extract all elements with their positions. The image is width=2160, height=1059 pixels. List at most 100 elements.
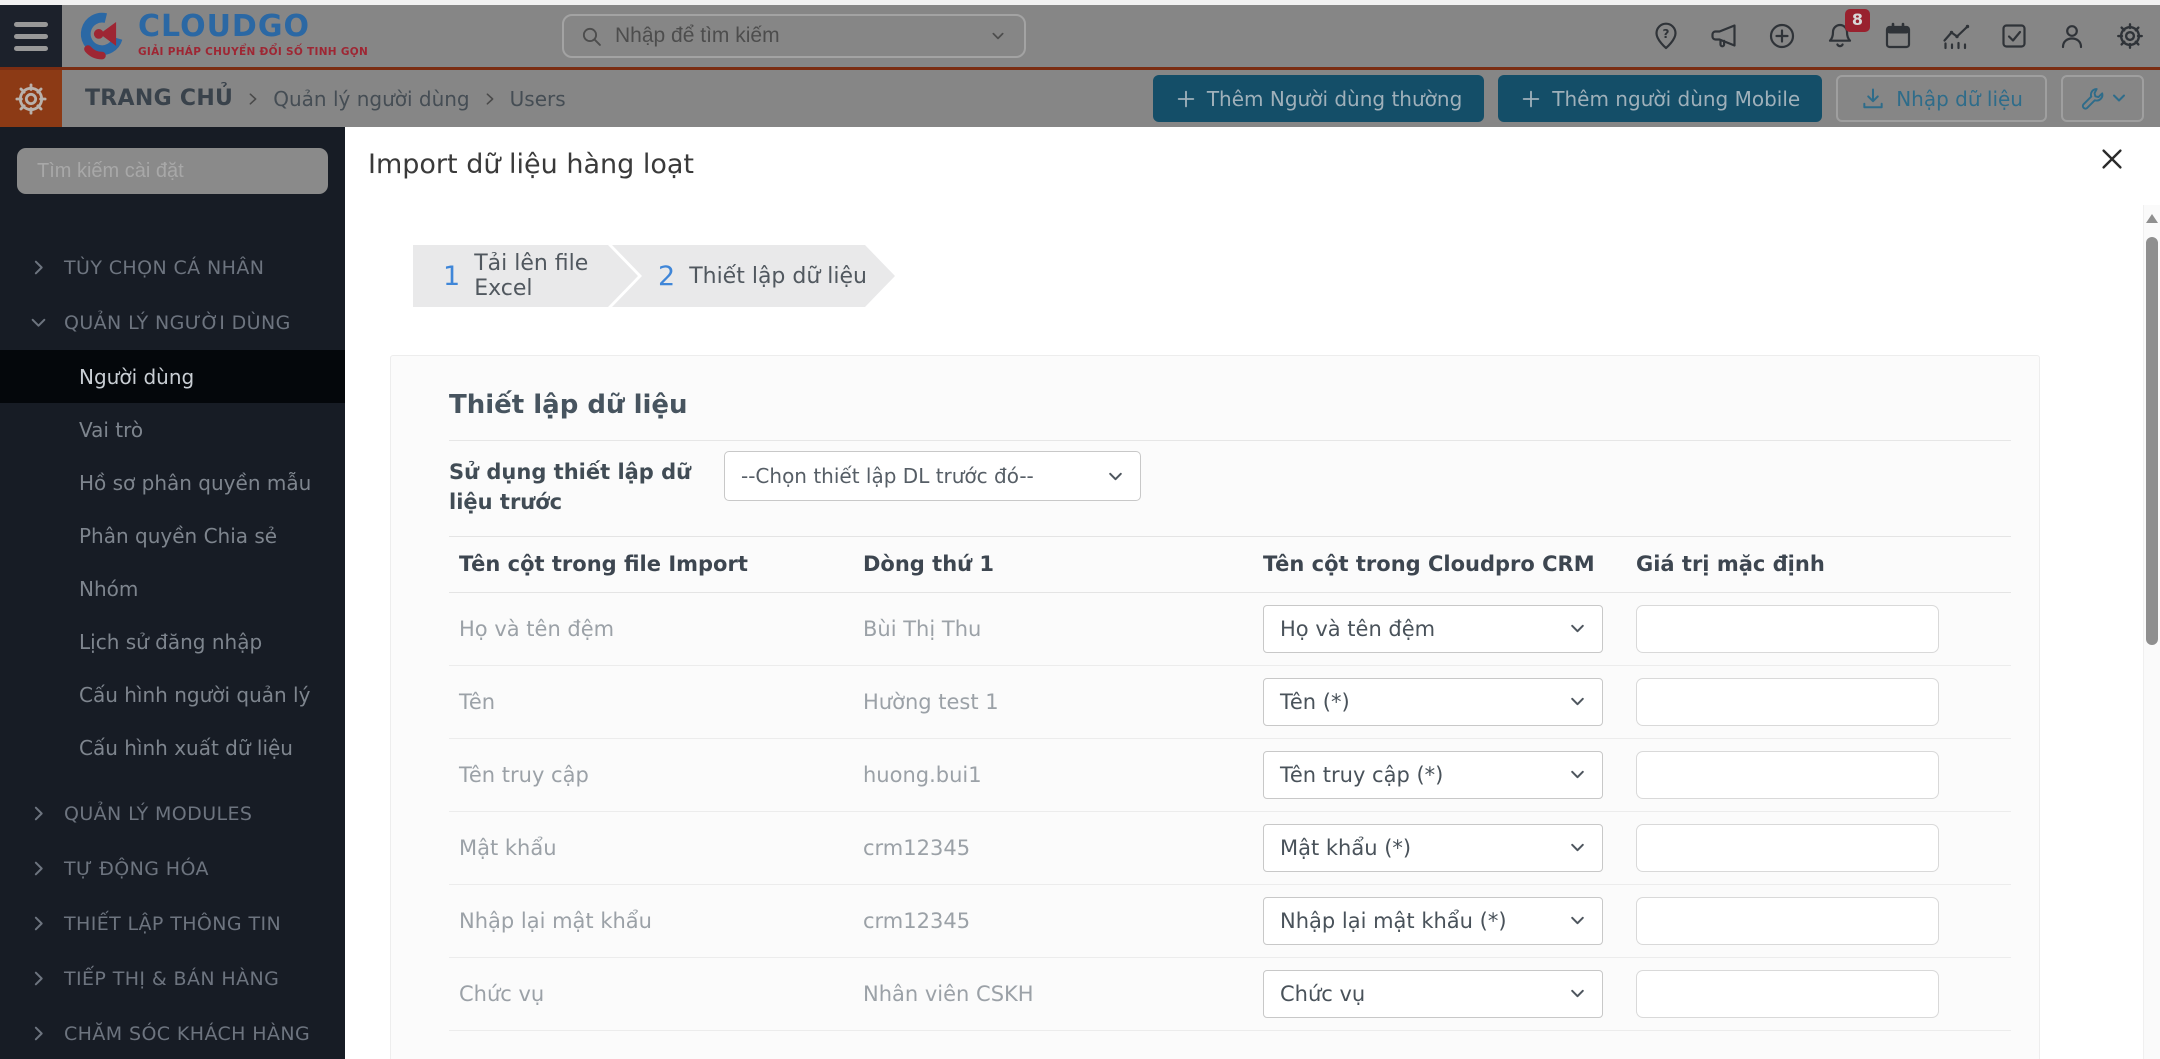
chevron-down-icon — [31, 318, 46, 327]
chevron-right-icon — [34, 916, 43, 931]
sidebar-section-automation[interactable]: TỰ ĐỘNG HÓA — [0, 841, 345, 896]
sidebar-item-export-config[interactable]: Cấu hình xuất dữ liệu — [0, 721, 345, 774]
add-mobile-user-button[interactable]: Thêm người dùng Mobile — [1498, 75, 1823, 122]
sidebar-section-modules[interactable]: QUẢN LÝ MODULES — [0, 786, 345, 841]
profile-icon[interactable] — [2056, 20, 2088, 52]
first-row-value: Nhân viên CSKH — [863, 981, 1034, 1006]
sidebar-section-marketing-sales[interactable]: TIẾP THỊ & BÁN HÀNG — [0, 951, 345, 1006]
window-top-edge — [0, 0, 2160, 5]
settings-sidebar: TÙY CHỌN CÁ NHÂN QUẢN LÝ NGƯỜI DÙNG Ngườ… — [0, 127, 345, 1059]
default-value-input[interactable] — [1636, 604, 1939, 653]
modal-scrollbar — [2143, 205, 2160, 1059]
global-search-input[interactable] — [615, 24, 976, 48]
default-value-input[interactable] — [1636, 969, 1939, 1018]
settings-module-icon[interactable] — [0, 70, 62, 127]
default-value-input[interactable] — [1636, 677, 1939, 726]
notification-badge: 8 — [1844, 9, 1870, 32]
chevron-right-icon — [34, 861, 43, 876]
crm-field-select[interactable]: Họ và tên đệm — [1263, 604, 1603, 653]
import-column-name: Tên — [459, 689, 496, 714]
sidebar-search-input[interactable] — [17, 148, 328, 194]
cloudgo-logo-icon — [80, 12, 124, 60]
top-bar: CLOUDGO GIẢI PHÁP CHUYỂN ĐỔI SỐ TINH GỌN… — [0, 5, 2160, 67]
default-value-input[interactable] — [1636, 896, 1939, 945]
card-divider — [449, 440, 2011, 441]
notifications-icon[interactable]: 8 — [1824, 9, 1870, 52]
analytics-icon[interactable] — [1940, 20, 1972, 52]
chevron-right-icon — [34, 806, 43, 821]
first-row-value: Hường test 1 — [863, 689, 999, 714]
preset-select-value: --Chọn thiết lập DL trước đó-- — [741, 464, 1034, 488]
tools-dropdown-button[interactable] — [2061, 75, 2144, 122]
import-column-name: Nhập lại mật khẩu — [459, 908, 652, 933]
chevron-down-icon[interactable] — [988, 26, 1008, 46]
add-circle-icon[interactable] — [1766, 20, 1798, 52]
crm-field-select[interactable]: Mật khẩu (*) — [1263, 823, 1603, 872]
scrollbar-thumb[interactable] — [2146, 237, 2158, 645]
sidebar-section-personal-options[interactable]: TÙY CHỌN CÁ NHÂN — [0, 240, 345, 295]
step-number: 2 — [658, 260, 676, 292]
modal-title: Import dữ liệu hàng loạt — [368, 149, 694, 180]
sidebar-item-login-history[interactable]: Lịch sử đăng nhập — [0, 615, 345, 668]
crm-field-select[interactable]: Tên truy cập (*) — [1263, 750, 1603, 799]
sidebar-item-groups[interactable]: Nhóm — [0, 562, 345, 615]
wrench-icon — [2081, 87, 2104, 110]
menu-toggle-button[interactable] — [0, 5, 62, 67]
column-mapping-table: Tên cột trong file Import Dòng thứ 1 Tên… — [449, 535, 2011, 1031]
sidebar-item-users[interactable]: Người dùng — [0, 350, 345, 403]
settings-icon[interactable] — [2114, 20, 2146, 52]
search-icon — [582, 27, 601, 46]
breadcrumb-module-link[interactable]: Quản lý người dùng — [273, 87, 469, 111]
column-header: Dòng thứ 1 — [863, 552, 995, 577]
brand-logo[interactable]: CLOUDGO GIẢI PHÁP CHUYỂN ĐỔI SỐ TINH GỌN — [76, 9, 368, 61]
preset-select[interactable]: --Chọn thiết lập DL trước đó-- — [724, 451, 1141, 501]
chevron-down-icon — [1571, 625, 1584, 633]
default-value-input[interactable] — [1636, 823, 1939, 872]
close-button[interactable] — [2094, 141, 2130, 177]
chevron-down-icon — [1571, 698, 1584, 706]
chevron-right-icon — [34, 971, 43, 986]
step-number: 1 — [443, 260, 461, 292]
add-regular-user-label: Thêm Người dùng thường — [1206, 86, 1463, 111]
import-column-name: Mật khẩu — [459, 835, 557, 860]
wizard-step-setup[interactable]: 2 Thiết lập dữ liệu — [612, 245, 895, 307]
breadcrumb-home-link[interactable]: TRANG CHỦ — [85, 86, 233, 111]
tasks-icon[interactable] — [1998, 20, 2030, 52]
plus-icon — [1177, 90, 1195, 107]
sidebar-item-sharing-permissions[interactable]: Phân quyền Chia sẻ — [0, 509, 345, 562]
accent-divider — [0, 67, 2160, 70]
calendar-icon[interactable] — [1882, 20, 1914, 52]
import-column-name: Tên truy cập — [459, 762, 589, 787]
preset-label: Sử dụng thiết lập dữ liệu trước — [449, 460, 692, 515]
sidebar-section-customer-care[interactable]: CHĂM SÓC KHÁCH HÀNG — [0, 1006, 345, 1059]
import-data-button[interactable]: Nhập dữ liệu — [1836, 75, 2047, 122]
megaphone-icon[interactable] — [1708, 20, 1740, 52]
svg-text:?: ? — [1663, 27, 1670, 41]
page-actions: Thêm Người dùng thường Thêm người dùng M… — [1152, 75, 2144, 122]
download-icon — [1863, 87, 1883, 108]
breadcrumb: TRANG CHỦ Quản lý người dùng Users — [85, 70, 566, 127]
default-value-input[interactable] — [1636, 750, 1939, 799]
scrollbar-up-arrow[interactable] — [2146, 214, 2158, 223]
sidebar-section-user-management[interactable]: QUẢN LÝ NGƯỜI DÙNG — [0, 295, 345, 350]
breadcrumb-bar: TRANG CHỦ Quản lý người dùng Users Thêm … — [0, 70, 2160, 127]
sidebar-item-permission-profiles[interactable]: Hồ sơ phân quyền mẫu — [0, 456, 345, 509]
sidebar-item-roles[interactable]: Vai trò — [0, 403, 345, 456]
chevron-down-icon — [2111, 87, 2127, 111]
location-question-icon[interactable]: ? — [1650, 20, 1682, 52]
chevron-right-icon — [34, 260, 43, 275]
sidebar-section-label: CHĂM SÓC KHÁCH HÀNG — [64, 1022, 311, 1045]
crm-field-select[interactable]: Chức vụ — [1263, 969, 1603, 1018]
import-column-name: Chức vụ — [459, 981, 545, 1006]
breadcrumb-current: Users — [509, 86, 566, 111]
add-regular-user-button[interactable]: Thêm Người dùng thường — [1152, 75, 1485, 122]
wizard-step-upload[interactable]: 1 Tải lên file Excel — [413, 245, 638, 307]
sidebar-item-manager-config[interactable]: Cấu hình người quản lý — [0, 668, 345, 721]
data-setup-card: Thiết lập dữ liệu Sử dụng thiết lập dữ l… — [390, 355, 2040, 1059]
import-data-label: Nhập dữ liệu — [1896, 86, 2023, 111]
sidebar-section-information-setup[interactable]: THIẾT LẬP THÔNG TIN — [0, 896, 345, 951]
global-search[interactable] — [562, 14, 1026, 58]
table-row: Mật khẩu crm12345 Mật khẩu (*) — [449, 812, 2011, 885]
crm-field-select[interactable]: Nhập lại mật khẩu (*) — [1263, 896, 1603, 945]
crm-field-select[interactable]: Tên (*) — [1263, 677, 1603, 726]
